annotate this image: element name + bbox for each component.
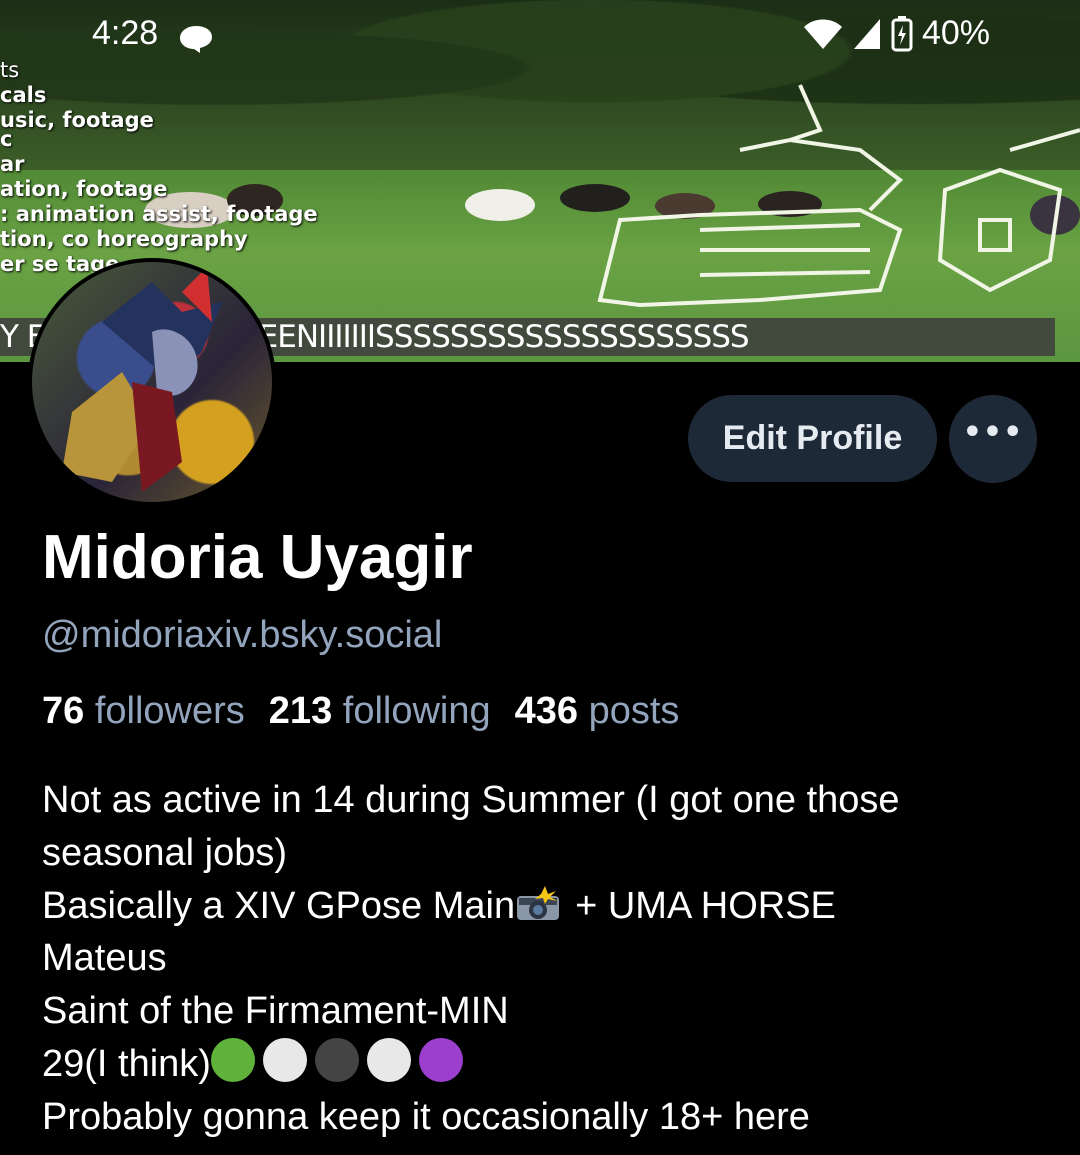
avatar-image	[62, 267, 222, 492]
followers-link[interactable]: 76 followers	[42, 690, 245, 733]
bio-line: seasonal jobs)	[42, 831, 288, 874]
camera-flash-icon	[517, 885, 560, 920]
green-circle-icon	[210, 1037, 255, 1082]
following-link[interactable]: 213 following	[269, 690, 491, 733]
followers-label: followers	[94, 690, 245, 732]
more-options-button[interactable]: •••	[949, 395, 1037, 483]
signal-icon	[853, 18, 880, 49]
bio-line: Basically a XIV GPose Main + UMA HORSE	[42, 884, 836, 927]
posts-label: posts	[588, 690, 680, 732]
bio-line: Saint of the Firmament-MIN	[42, 990, 509, 1033]
posts-count-item: 436 posts	[515, 690, 680, 733]
bio-line: Probably gonna keep it occasionally 18+ …	[42, 1095, 810, 1138]
posts-count: 436	[514, 690, 579, 732]
profile-handle: @midoriaxiv.bsky.social	[42, 614, 443, 656]
white-circle-icon	[366, 1037, 411, 1082]
following-label: following	[342, 690, 491, 732]
profile-stats: 76 followers 213 following 436 posts	[42, 690, 703, 733]
banner-credits: ts cals usic, footage c ar ation, footag…	[0, 58, 318, 276]
bio-line: Mateus	[42, 937, 167, 980]
followers-count: 76	[42, 690, 85, 732]
avatar[interactable]	[28, 258, 276, 506]
battery-charging-icon	[891, 15, 913, 51]
purple-circle-icon	[418, 1037, 463, 1082]
chat-notification-icon	[180, 26, 212, 53]
black-circle-icon	[314, 1037, 359, 1082]
wifi-icon	[803, 19, 842, 49]
bio-line: Not as active in 14 during Summer (I got…	[42, 779, 900, 821]
battery-percent: 40%	[921, 14, 990, 52]
display-name: Midoria Uyagir	[42, 523, 473, 592]
profile-bio: Not as active in 14 during Summer (I got…	[42, 774, 1042, 1144]
more-options-icon: •••	[962, 415, 1024, 450]
following-count: 213	[268, 690, 333, 732]
bio-line: 29(I think)	[42, 1037, 1042, 1091]
white-circle-icon	[262, 1037, 307, 1082]
edit-profile-button[interactable]: Edit Profile	[688, 395, 937, 482]
status-icons: 40%	[802, 14, 990, 53]
status-time: 4:28	[92, 14, 159, 52]
